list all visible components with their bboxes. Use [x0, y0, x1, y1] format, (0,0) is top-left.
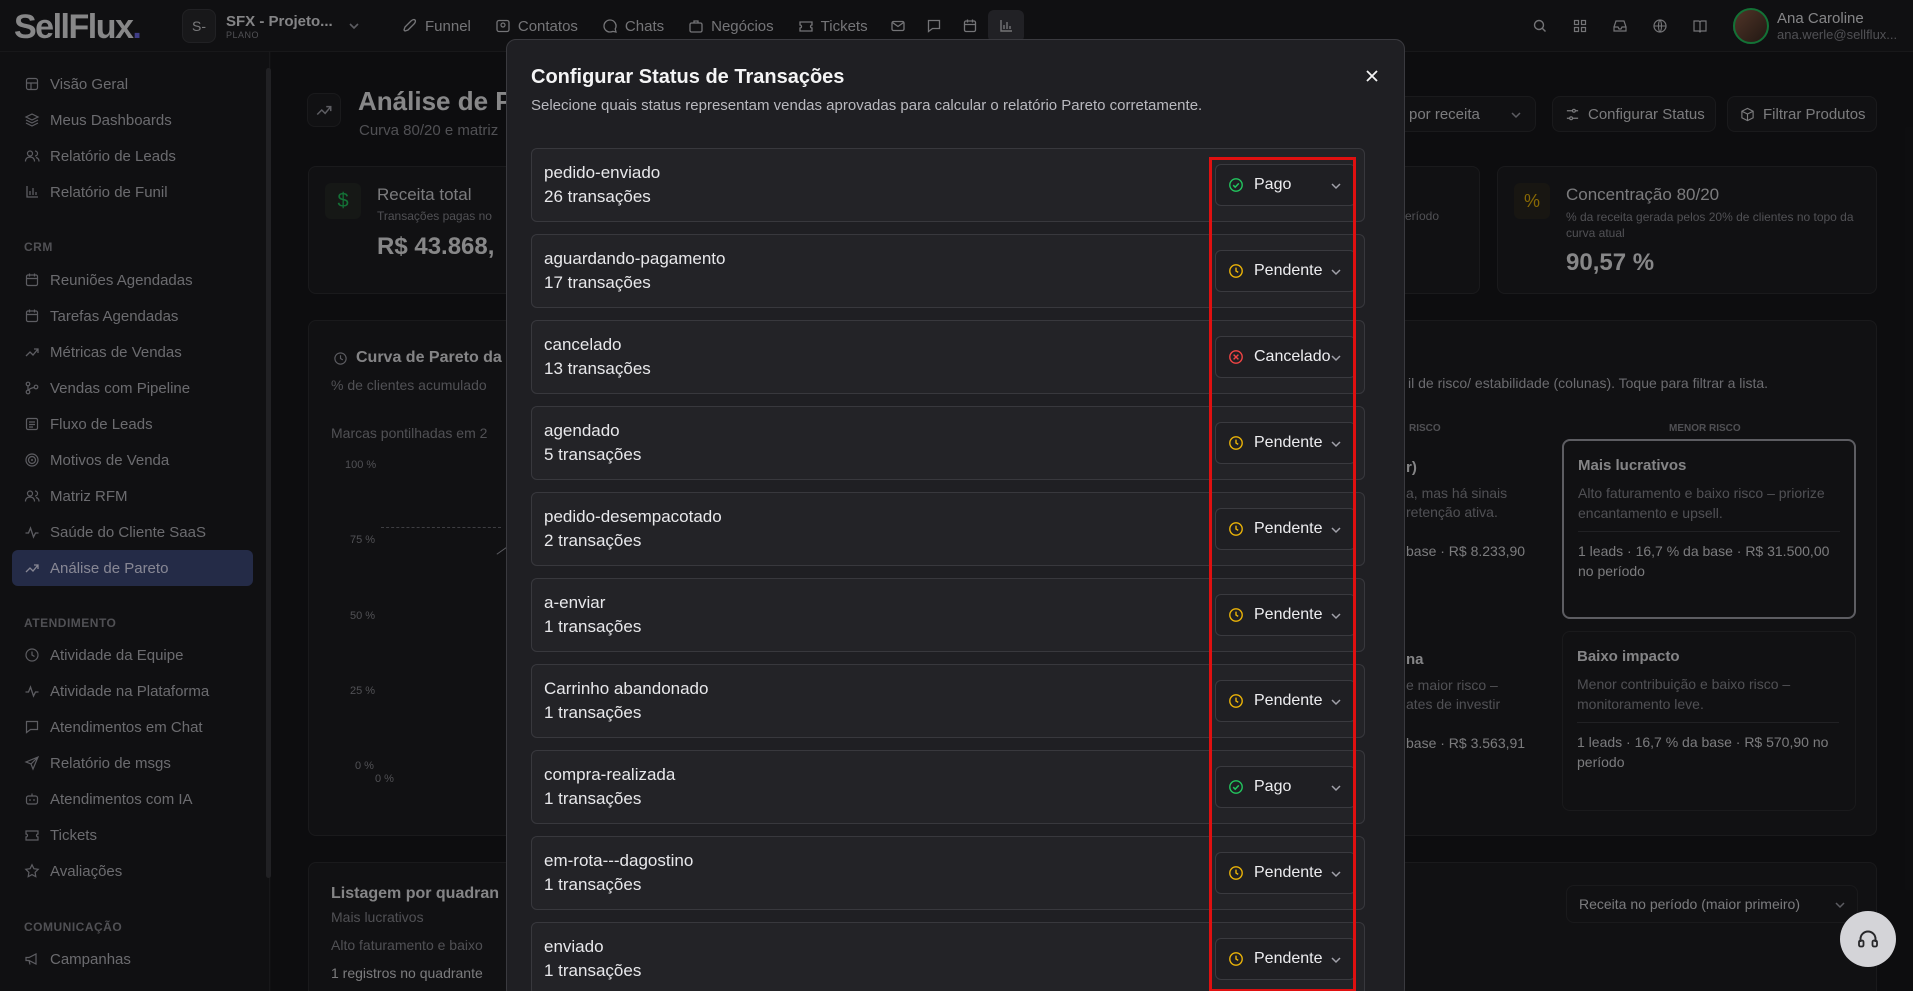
status-name: Carrinho abandonado: [544, 679, 709, 698]
transaction-count: 1 transações: [544, 703, 642, 722]
transaction-count: 1 transações: [544, 617, 642, 636]
transaction-count: 26 transações: [544, 187, 651, 206]
status-name: pedido-desempacotado: [544, 507, 722, 526]
status-name: compra-realizada: [544, 765, 676, 784]
modal-subtitle: Selecione quais status representam venda…: [531, 97, 1203, 114]
status-name: em-rota---dagostino: [544, 851, 694, 870]
transaction-count: 2 transações: [544, 531, 642, 550]
status-column-highlight: [1209, 157, 1356, 991]
transaction-count: 1 transações: [544, 875, 642, 894]
transaction-count: 1 transações: [544, 961, 642, 980]
headset-icon: [1856, 927, 1880, 951]
modal-title: Configurar Status de Transações: [531, 66, 845, 88]
transaction-count: 17 transações: [544, 273, 651, 292]
status-name: agendado: [544, 421, 620, 440]
close-icon[interactable]: [1358, 62, 1386, 90]
transaction-count: 5 transações: [544, 445, 642, 464]
status-name: aguardando-pagamento: [544, 249, 726, 268]
transaction-count: 13 transações: [544, 359, 651, 378]
transaction-count: 1 transações: [544, 789, 642, 808]
status-name: cancelado: [544, 335, 622, 354]
status-name: pedido-enviado: [544, 163, 661, 182]
status-name: enviado: [544, 937, 604, 956]
status-name: a-enviar: [544, 593, 606, 612]
support-chat-button[interactable]: [1840, 911, 1896, 967]
